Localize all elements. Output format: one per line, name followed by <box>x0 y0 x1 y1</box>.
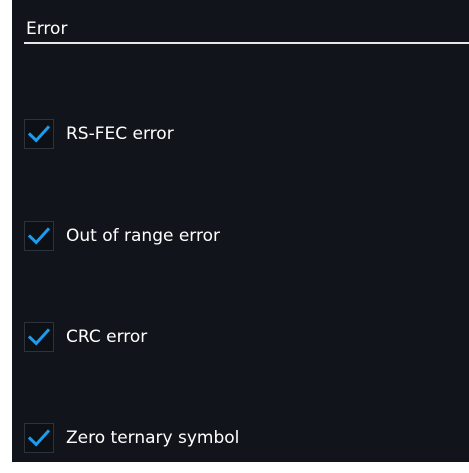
zero-ternary-symbol-checkbox[interactable] <box>24 423 54 453</box>
checkmark-icon <box>27 227 51 245</box>
checkmark-icon <box>27 328 51 346</box>
rs-fec-error-label: RS-FEC error <box>66 124 174 144</box>
rs-fec-error-option[interactable]: RS-FEC error <box>24 117 174 151</box>
zero-ternary-symbol-option[interactable]: Zero ternary symbol <box>24 421 239 455</box>
checkmark-icon <box>27 429 51 447</box>
section-title: Error <box>26 19 68 39</box>
crc-error-checkbox[interactable] <box>24 322 54 352</box>
out-of-range-error-checkbox[interactable] <box>24 221 54 251</box>
zero-ternary-symbol-label: Zero ternary symbol <box>66 428 240 448</box>
section-divider <box>24 42 469 44</box>
out-of-range-error-option[interactable]: Out of range error <box>24 219 220 253</box>
out-of-range-error-label: Out of range error <box>66 226 221 246</box>
checkmark-icon <box>27 125 51 143</box>
error-settings-panel: Error RS-FEC error Out of range error CR… <box>12 0 469 462</box>
rs-fec-error-checkbox[interactable] <box>24 119 54 149</box>
crc-error-option[interactable]: CRC error <box>24 320 147 354</box>
crc-error-label: CRC error <box>66 327 148 347</box>
